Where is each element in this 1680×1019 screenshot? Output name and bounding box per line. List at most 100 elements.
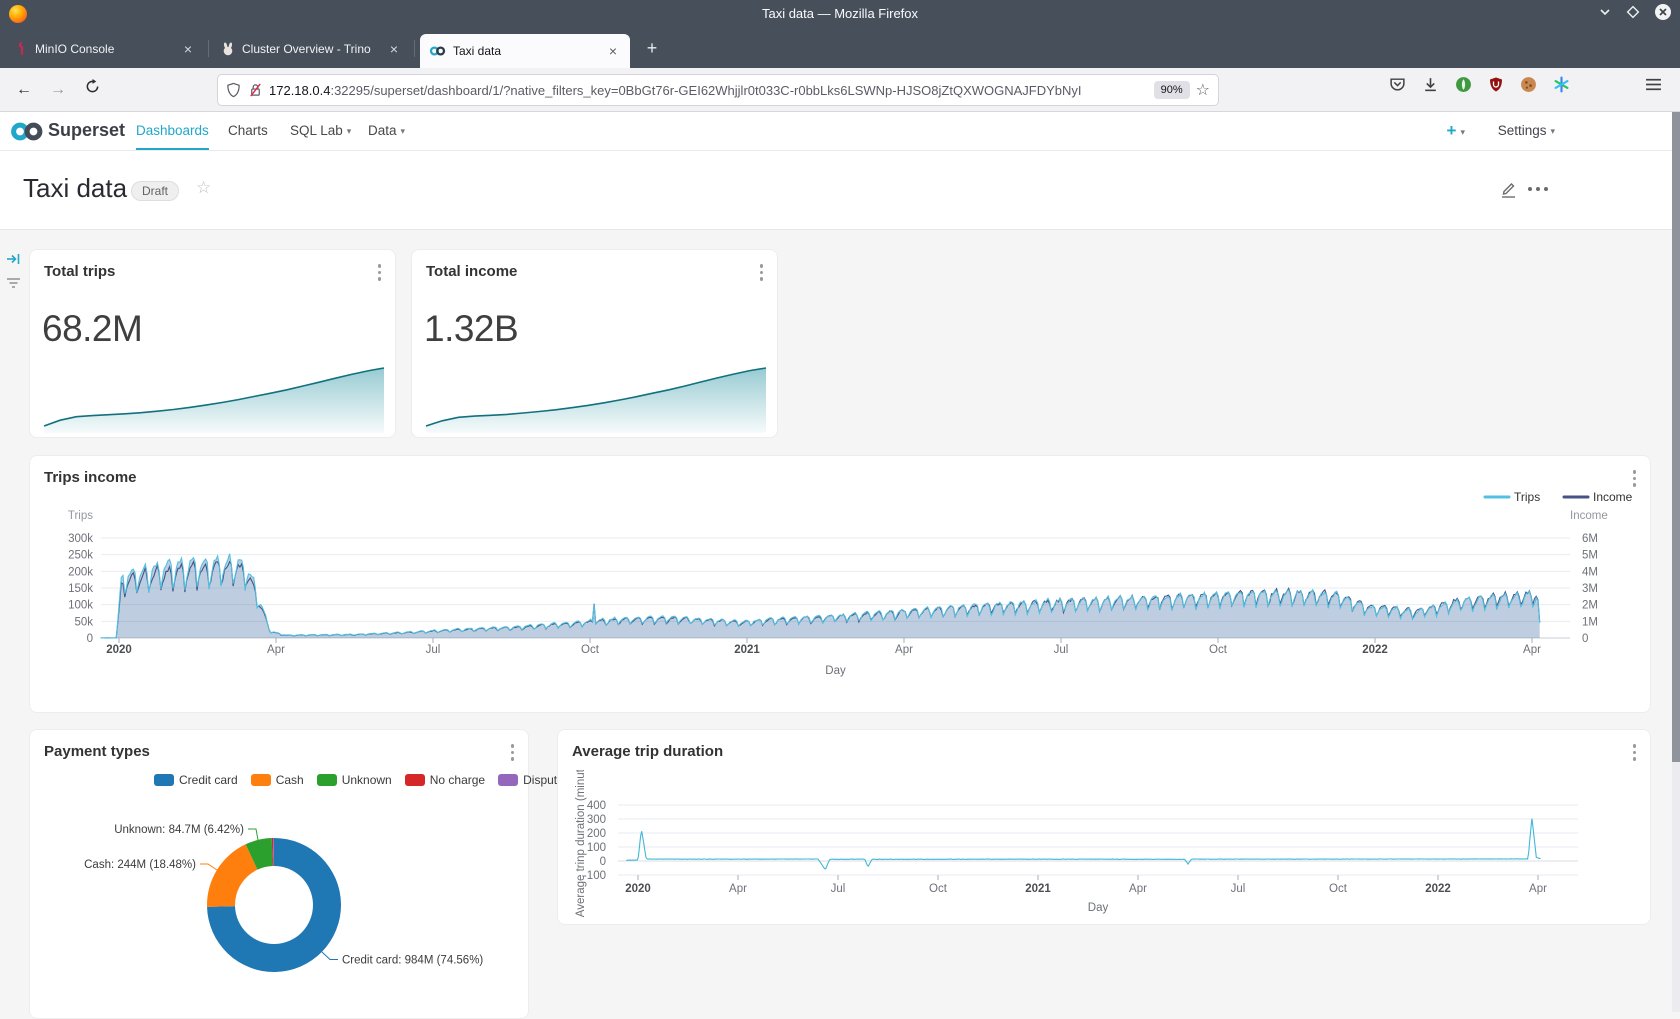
kebab-menu-icon[interactable] — [511, 744, 515, 761]
svg-text:150k: 150k — [68, 583, 93, 595]
tab-separator — [208, 40, 209, 57]
svg-text:6M: 6M — [1582, 533, 1598, 545]
shield-icon[interactable] — [226, 82, 241, 98]
svg-text:Apr: Apr — [1529, 883, 1547, 895]
reload-button[interactable] — [78, 76, 106, 104]
bookmark-star-icon[interactable]: ☆ — [1196, 80, 1210, 100]
tab-close-icon[interactable]: × — [386, 41, 402, 57]
nav-sql-lab[interactable]: SQL Lab▾ — [290, 112, 351, 150]
superset-brand[interactable]: Superset — [48, 120, 125, 141]
asterisk-extension-icon[interactable] — [1553, 76, 1570, 93]
chart-title: Total income — [426, 263, 517, 280]
kebab-menu-icon[interactable] — [378, 264, 382, 281]
legend-item[interactable]: Unknown — [317, 773, 392, 787]
svg-text:Cash: 244M (18.48%): Cash: 244M (18.48%) — [84, 859, 196, 871]
superset-logo-icon[interactable] — [10, 121, 44, 142]
ublock-shield-icon[interactable] — [1488, 76, 1504, 93]
card-payment-types: Payment types Credit card Cash Unknown N… — [29, 729, 529, 1019]
tab-minio-console[interactable]: MinIO Console × — [6, 33, 205, 64]
total-trips-sparkline-chart[interactable] — [30, 350, 395, 435]
big-number-value: 1.32B — [424, 308, 518, 350]
lock-insecure-icon[interactable] — [248, 82, 263, 98]
edit-dashboard-icon[interactable] — [1498, 179, 1518, 199]
back-button[interactable]: ← — [10, 76, 38, 104]
legend-item[interactable]: Credit card — [154, 773, 238, 787]
svg-text:200: 200 — [587, 828, 606, 840]
nav-dashboards[interactable]: Dashboards — [136, 112, 209, 150]
url-path: :32295/superset/dashboard/1/?native_filt… — [330, 83, 1081, 98]
page-title: Taxi data — [23, 173, 127, 204]
svg-text:Day: Day — [1088, 902, 1109, 914]
payment-types-donut-chart[interactable]: Unknown: 84.7M (6.42%) Cash: 244M (18.48%… — [30, 800, 528, 1018]
nav-charts[interactable]: Charts — [228, 112, 268, 150]
kebab-menu-icon[interactable] — [1633, 470, 1637, 487]
svg-text:3M: 3M — [1582, 583, 1598, 595]
svg-text:2022: 2022 — [1425, 883, 1451, 895]
svg-text:Apr: Apr — [729, 883, 747, 895]
expand-filter-bar-icon[interactable] — [6, 252, 21, 271]
kebab-menu-icon[interactable] — [1633, 744, 1637, 761]
legend-item[interactable]: Dispute — [498, 773, 564, 787]
pocket-icon[interactable] — [1389, 76, 1406, 93]
legend-swatch — [405, 774, 425, 786]
url-bar[interactable]: 172.18.0.4:32295/superset/dashboard/1/?n… — [218, 75, 1218, 105]
zoom-level-badge[interactable]: 90% — [1154, 81, 1190, 99]
svg-text:400: 400 — [587, 800, 606, 812]
legend-item[interactable]: Cash — [251, 773, 304, 787]
kebab-menu-icon[interactable] — [760, 264, 764, 281]
svg-text:Oct: Oct — [1209, 644, 1228, 656]
maximize-icon[interactable] — [1626, 5, 1640, 19]
chart-title: Trips income — [44, 469, 137, 486]
settings-menu[interactable]: Settings▾ — [1498, 112, 1555, 150]
legend-swatch — [317, 774, 337, 786]
svg-text:300k: 300k — [68, 533, 93, 545]
chart-title: Total trips — [44, 263, 115, 280]
new-item-button[interactable]: +▾ — [1447, 121, 1465, 141]
tab-close-icon[interactable]: × — [180, 41, 196, 57]
svg-text:4M: 4M — [1582, 566, 1598, 578]
svg-text:2021: 2021 — [1025, 883, 1051, 895]
svg-text:2M: 2M — [1582, 600, 1598, 612]
forward-button[interactable]: → — [44, 76, 72, 104]
download-icon[interactable] — [1422, 76, 1439, 93]
svg-text:Average trinp duration (minute: Average trinp duration (minute — [575, 770, 587, 917]
superset-favicon — [429, 45, 446, 57]
close-window-icon[interactable] — [1654, 3, 1672, 21]
minimize-icon[interactable] — [1598, 5, 1612, 19]
svg-text:Apr: Apr — [1129, 883, 1147, 895]
tab-trino[interactable]: Cluster Overview - Trino × — [212, 33, 411, 64]
svg-text:Oct: Oct — [581, 644, 600, 656]
svg-text:1M: 1M — [1582, 616, 1598, 628]
filter-list-icon[interactable] — [6, 276, 21, 294]
page-scrollbar[interactable] — [1672, 112, 1680, 1012]
favorite-star-icon[interactable]: ☆ — [196, 178, 211, 198]
svg-text:100: 100 — [587, 842, 606, 854]
tab-strip: MinIO Console × Cluster Overview - Trino… — [0, 28, 1680, 68]
avg-trip-duration-chart[interactable]: 4003002001000-100Average trinp duration … — [558, 770, 1650, 922]
svg-text:Jul: Jul — [426, 644, 441, 656]
tab-taxi-data[interactable]: Taxi data × — [420, 34, 630, 68]
svg-text:100k: 100k — [68, 600, 93, 612]
legend-swatch — [498, 774, 518, 786]
trips-income-chart[interactable]: 300k6M250k5M200k4M150k3M100k2M50k1M00Tri… — [30, 488, 1650, 714]
total-income-sparkline-chart[interactable] — [412, 350, 777, 435]
scrollbar-thumb[interactable] — [1672, 112, 1680, 762]
nav-data[interactable]: Data▾ — [368, 112, 405, 150]
dashboard-menu-icon[interactable] — [1528, 187, 1548, 191]
svg-text:Apr: Apr — [1523, 644, 1541, 656]
legend-item[interactable]: No charge — [405, 773, 485, 787]
extension-green-icon[interactable] — [1455, 76, 1472, 93]
tab-close-icon[interactable]: × — [605, 43, 621, 59]
svg-text:0: 0 — [1582, 633, 1588, 645]
menu-hamburger-icon[interactable] — [1645, 77, 1662, 97]
tab-separator — [414, 40, 415, 57]
card-avg-duration: Average trip duration 4003002001000-100A… — [557, 729, 1651, 925]
tab-label: Cluster Overview - Trino — [242, 42, 379, 56]
cookie-extension-icon[interactable] — [1520, 76, 1537, 93]
svg-text:Unknown: 84.7M (6.42%): Unknown: 84.7M (6.42%) — [114, 824, 244, 836]
svg-text:Income: Income — [1570, 510, 1608, 522]
superset-navbar: Superset Dashboards Charts SQL Lab▾ Data… — [0, 112, 1680, 151]
url-text[interactable]: 172.18.0.4:32295/superset/dashboard/1/?n… — [269, 83, 1148, 98]
new-tab-button[interactable]: + — [640, 37, 664, 61]
svg-text:2020: 2020 — [106, 644, 132, 656]
